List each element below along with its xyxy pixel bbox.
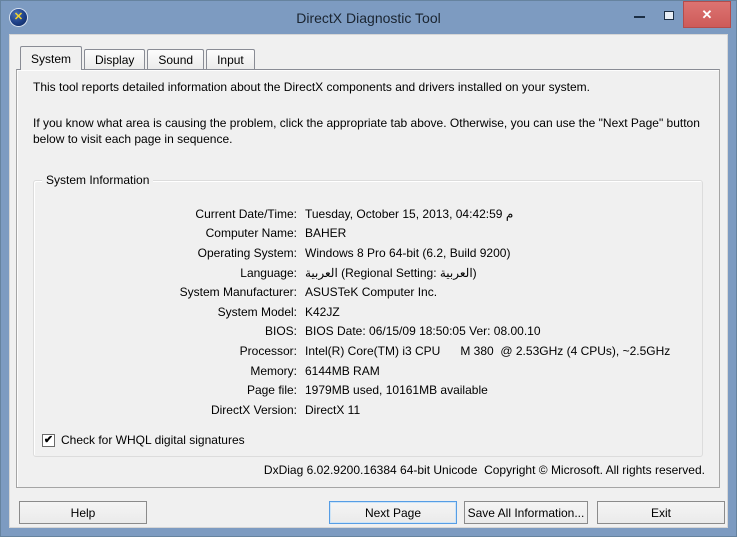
tab-sound[interactable]: Sound [147, 49, 205, 69]
whql-checkbox-label: Check for WHQL digital signatures [61, 433, 245, 447]
info-label: BIOS: [264, 324, 297, 339]
next-page-button[interactable]: Next Page [329, 501, 457, 524]
tab-input-label: Input [217, 52, 244, 67]
info-label: Operating System: [197, 245, 297, 260]
dialog-client-area: System Display Sound Input This tool rep… [9, 34, 728, 528]
info-value: BIOS Date: 06/15/09 18:50:05 Ver: 08.00.… [305, 324, 541, 339]
maximize-button[interactable] [654, 1, 683, 28]
info-value: 1979MB used, 10161MB available [305, 383, 488, 398]
save-all-information-button[interactable]: Save All Information... [464, 501, 588, 524]
info-row-operating-system: Operating System: Windows 8 Pro 64-bit (… [34, 243, 702, 263]
info-label: Language: [240, 265, 297, 280]
info-value: Tuesday, October 15, 2013, 04:42:59 م [305, 206, 514, 221]
info-row-system-model: System Model: K42JZ [34, 302, 702, 322]
info-value: BAHER [305, 226, 347, 241]
info-value: K42JZ [305, 304, 340, 319]
system-tab-page: This tool reports detailed information a… [16, 69, 720, 488]
system-info-rows: Current Date/Time: Tuesday, October 15, … [34, 181, 702, 420]
info-label: System Manufacturer: [179, 285, 297, 300]
close-button[interactable]: ✕ [683, 1, 731, 28]
groupbox-title: System Information [42, 173, 154, 187]
info-value: DirectX 11 [305, 402, 361, 417]
exit-button[interactable]: Exit [597, 501, 725, 524]
tab-sound-label: Sound [158, 52, 194, 67]
tab-system[interactable]: System [20, 46, 83, 70]
tab-system-label: System [31, 51, 72, 66]
info-row-bios: BIOS: BIOS Date: 06/15/09 18:50:05 Ver: … [34, 322, 702, 342]
info-row-current-date-time: Current Date/Time: Tuesday, October 15, … [34, 204, 702, 224]
info-row-page-file: Page file: 1979MB used, 10161MB availabl… [34, 380, 702, 400]
info-value: العربية (Regional Setting: العربية) [305, 265, 477, 280]
tab-strip: System Display Sound Input [20, 46, 257, 70]
info-value: Windows 8 Pro 64-bit (6.2, Build 9200) [305, 245, 511, 260]
dxdiag-window: ✕ DirectX Diagnostic Tool ✕ System Displ… [0, 0, 737, 537]
info-label: Memory: [250, 363, 297, 378]
intro-text-1: This tool reports detailed information a… [33, 80, 590, 94]
dxdiag-version-copyright: DxDiag 6.02.9200.16384 64-bit Unicode Co… [263, 463, 705, 477]
info-value: ASUSTeK Computer Inc. [305, 285, 438, 300]
close-icon: ✕ [701, 7, 713, 22]
whql-checkbox[interactable]: ✔ Check for WHQL digital signatures [42, 433, 245, 447]
checkbox-check-icon: ✔ [42, 433, 55, 447]
tab-display[interactable]: Display [84, 49, 146, 69]
system-information-groupbox: System Information Current Date/Time: Tu… [33, 173, 703, 457]
intro-text-2: If you know what area is causing the pro… [33, 116, 700, 146]
tab-input[interactable]: Input [206, 49, 255, 69]
info-row-processor: Processor: Intel(R) Core(TM) i3 CPU M 38… [34, 341, 702, 361]
info-label: System Model: [217, 304, 297, 319]
minimize-button[interactable] [625, 1, 654, 28]
tab-display-label: Display [95, 52, 135, 67]
info-label: Processor: [239, 343, 297, 358]
info-value: 6144MB RAM [305, 363, 380, 378]
info-label: Page file: [246, 383, 297, 398]
info-row-system-manufacturer: System Manufacturer: ASUSTeK Computer In… [34, 282, 702, 302]
info-label: Current Date/Time: [195, 206, 297, 221]
titlebar: ✕ DirectX Diagnostic Tool ✕ [1, 1, 736, 34]
info-label: DirectX Version: [210, 402, 297, 417]
window-controls: ✕ [625, 1, 731, 28]
info-row-directx-version: DirectX Version: DirectX 11 [34, 400, 702, 420]
maximize-icon [663, 11, 674, 20]
info-row-memory: Memory: 6144MB RAM [34, 361, 702, 381]
help-button[interactable]: Help [19, 501, 147, 524]
minimize-icon [634, 15, 645, 18]
info-value: Intel(R) Core(TM) i3 CPU M 380 @ 2.53GHz… [305, 343, 671, 358]
info-row-language: Language: العربية (Regional Setting: الع… [34, 263, 702, 283]
info-row-computer-name: Computer Name: BAHER [34, 224, 702, 244]
info-label: Computer Name: [205, 226, 297, 241]
